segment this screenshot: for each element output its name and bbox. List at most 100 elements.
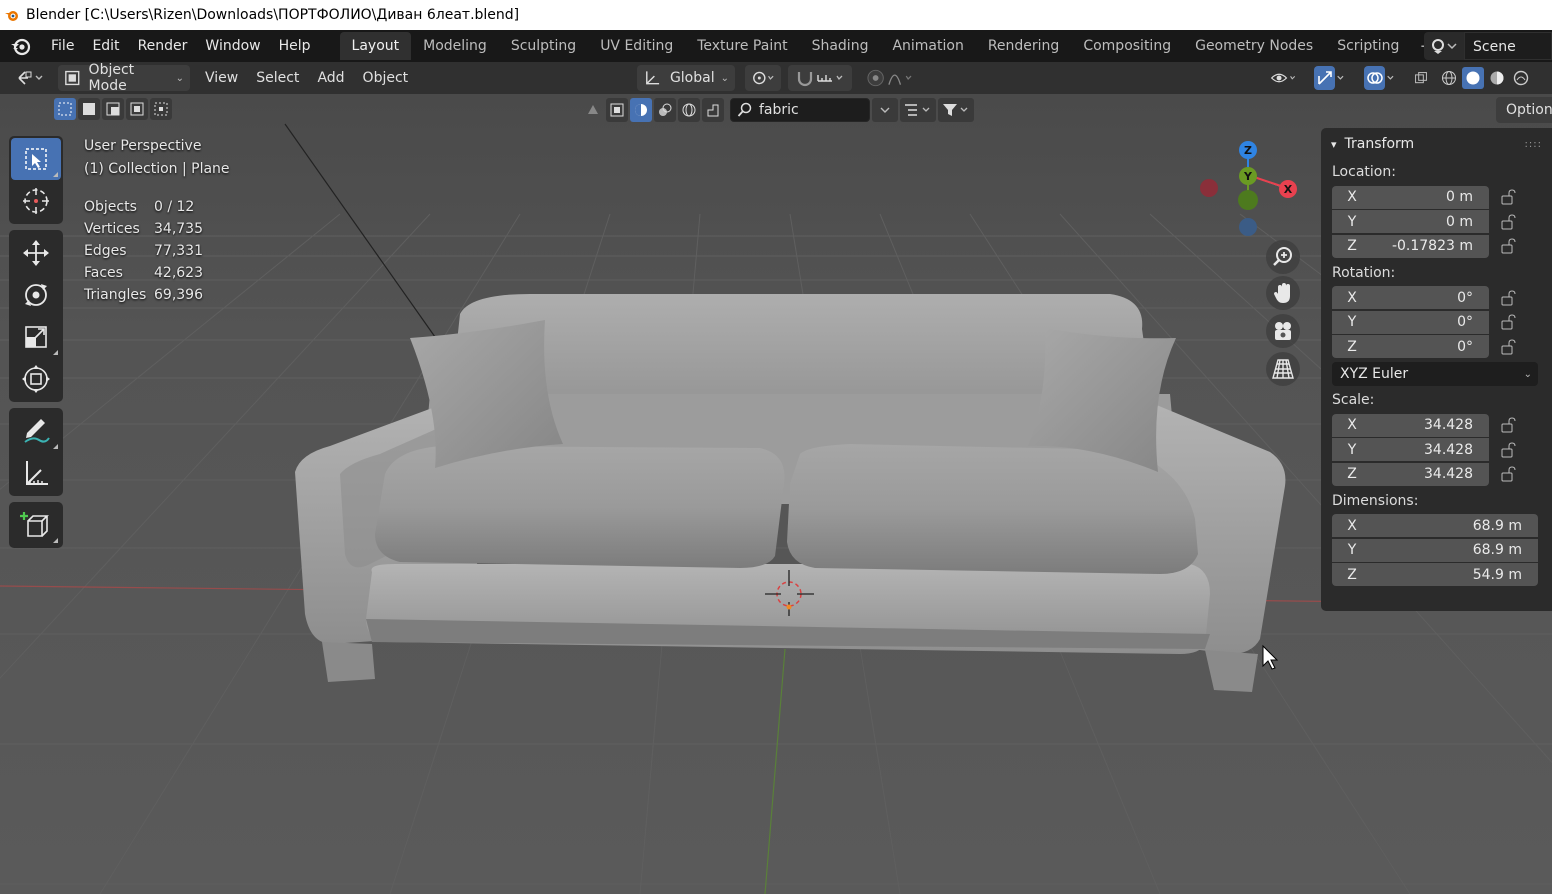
filter-search[interactable] <box>730 98 870 122</box>
menu-render[interactable]: Render <box>129 30 197 62</box>
gizmo-neg-z[interactable] <box>1239 218 1257 236</box>
annotate-tool[interactable] <box>11 410 61 452</box>
perspective-toggle-button[interactable] <box>1266 352 1300 386</box>
filter-shading-icon[interactable] <box>630 98 652 122</box>
xray-toggle[interactable] <box>1408 65 1434 91</box>
rendered-shading-icon[interactable] <box>1510 67 1532 89</box>
tab-rendering[interactable]: Rendering <box>976 32 1072 60</box>
menu-view[interactable]: View <box>196 70 247 86</box>
tab-scripting[interactable]: Scripting <box>1325 32 1411 60</box>
blender-menu-icon[interactable] <box>10 35 32 57</box>
tab-texture-paint[interactable]: Texture Paint <box>685 32 799 60</box>
transform-tool[interactable] <box>11 358 61 400</box>
tab-uv-editing[interactable]: UV Editing <box>588 32 685 60</box>
select-new-icon[interactable] <box>54 98 76 120</box>
scene-selector[interactable]: Scene <box>1424 32 1552 60</box>
scale-x-field[interactable]: X 34.428 <box>1332 413 1489 437</box>
location-x-field[interactable]: X0 m <box>1332 185 1489 209</box>
visibility-dropdown[interactable] <box>1264 65 1304 91</box>
lock-icon[interactable] <box>1489 314 1529 330</box>
select-intersect-icon[interactable] <box>150 98 172 120</box>
lock-icon[interactable] <box>1489 442 1529 458</box>
menu-select[interactable]: Select <box>247 70 308 86</box>
measure-tool[interactable] <box>11 452 61 494</box>
dimensions-x-field[interactable]: X 68.9 m <box>1332 514 1538 538</box>
tab-sculpting[interactable]: Sculpting <box>499 32 588 60</box>
filter-material-icon[interactable] <box>654 98 676 122</box>
search-clear-icon[interactable] <box>872 98 898 122</box>
mode-dropdown[interactable]: Object Mode ⌄ <box>58 62 190 94</box>
drag-handle-icon[interactable]: :::: <box>1525 139 1542 150</box>
solid-shading-icon[interactable] <box>1462 67 1484 89</box>
filter-brush-icon[interactable] <box>702 98 724 122</box>
move-tool[interactable] <box>11 232 61 274</box>
gizmo-neg-y[interactable] <box>1238 190 1258 210</box>
material-shading-icon[interactable] <box>1486 67 1508 89</box>
editor-type-button[interactable] <box>10 65 50 91</box>
rotation-mode-dropdown[interactable]: XYZ Euler ⌄ <box>1332 362 1538 386</box>
select-mode-buttons <box>54 98 172 120</box>
select-invert-icon[interactable] <box>126 98 148 120</box>
orientation-dropdown[interactable]: Global ⌄ <box>637 65 735 91</box>
lock-icon[interactable] <box>1489 466 1529 482</box>
rotate-tool[interactable] <box>11 274 61 316</box>
lock-icon[interactable] <box>1489 290 1529 306</box>
location-z-field[interactable]: Z -0.17823 m <box>1332 234 1489 258</box>
tab-layout[interactable]: Layout <box>339 32 412 60</box>
filter-world-icon[interactable] <box>678 98 700 122</box>
select-extend-icon[interactable] <box>78 98 100 120</box>
location-y-field[interactable]: Y0 m <box>1332 210 1489 234</box>
tab-geometry-nodes[interactable]: Geometry Nodes <box>1183 32 1325 60</box>
lock-icon[interactable] <box>1489 189 1529 205</box>
lock-icon[interactable] <box>1489 339 1529 355</box>
options-button[interactable]: Options <box>1496 97 1552 123</box>
cursor-tool[interactable] <box>11 180 61 222</box>
scale-z-field[interactable]: Z 34.428 <box>1332 462 1489 486</box>
sort-dropdown-icon[interactable] <box>900 98 936 122</box>
filter-search-input[interactable] <box>759 102 869 118</box>
tab-animation[interactable]: Animation <box>880 32 975 60</box>
pan-button[interactable] <box>1266 276 1300 310</box>
camera-view-button[interactable] <box>1266 314 1300 348</box>
select-box-tool[interactable] <box>11 138 61 180</box>
rotation-y-field[interactable]: Y 0° <box>1332 310 1489 334</box>
wireframe-shading-icon[interactable] <box>1438 67 1460 89</box>
menu-window[interactable]: Window <box>196 30 269 62</box>
3d-viewport[interactable] <box>0 94 1552 894</box>
menu-file[interactable]: File <box>42 30 83 62</box>
overlays-toggle[interactable] <box>1358 65 1404 91</box>
scene-icon[interactable] <box>1424 32 1464 60</box>
scale-tool[interactable] <box>11 316 61 358</box>
tab-shading[interactable]: Shading <box>800 32 881 60</box>
rotation-z-field[interactable]: Z 0° <box>1332 335 1489 359</box>
lock-icon[interactable] <box>1489 214 1529 230</box>
filter-funnel-icon[interactable] <box>938 98 974 122</box>
lock-icon[interactable] <box>1489 417 1529 433</box>
object-mode-icon <box>65 70 80 86</box>
menu-object[interactable]: Object <box>354 70 418 86</box>
snap-controls[interactable] <box>788 65 852 91</box>
menu-help[interactable]: Help <box>270 30 320 62</box>
rotation-x-field[interactable]: X 0° <box>1332 286 1489 310</box>
tab-modeling[interactable]: Modeling <box>411 32 499 60</box>
menu-edit[interactable]: Edit <box>83 30 128 62</box>
gizmo-toggle[interactable] <box>1308 65 1354 91</box>
filter-object-icon[interactable] <box>606 98 628 122</box>
dimensions-label: Dimensions: <box>1332 492 1419 509</box>
menu-add[interactable]: Add <box>308 70 353 86</box>
tab-compositing[interactable]: Compositing <box>1071 32 1183 60</box>
gizmo-neg-x[interactable] <box>1200 179 1218 197</box>
scene-name-field[interactable]: Scene <box>1464 32 1552 60</box>
dimensions-y-field[interactable]: Y 68.9 m <box>1332 538 1538 562</box>
transform-panel-header[interactable]: ▾ Transform :::: <box>1321 128 1552 160</box>
select-subtract-icon[interactable] <box>102 98 124 120</box>
dimensions-z-field[interactable]: Z 54.9 m <box>1332 563 1538 587</box>
lock-icon[interactable] <box>1489 238 1529 254</box>
add-cube-tool[interactable] <box>11 504 61 546</box>
filter-meshes-icon[interactable] <box>582 98 604 122</box>
zoom-button[interactable] <box>1266 240 1300 274</box>
scale-y-field[interactable]: Y 34.428 <box>1332 438 1489 462</box>
proportional-edit[interactable] <box>860 65 922 91</box>
pivot-dropdown[interactable] <box>745 65 781 91</box>
navigation-gizmo[interactable]: Z Y X <box>1196 138 1306 238</box>
